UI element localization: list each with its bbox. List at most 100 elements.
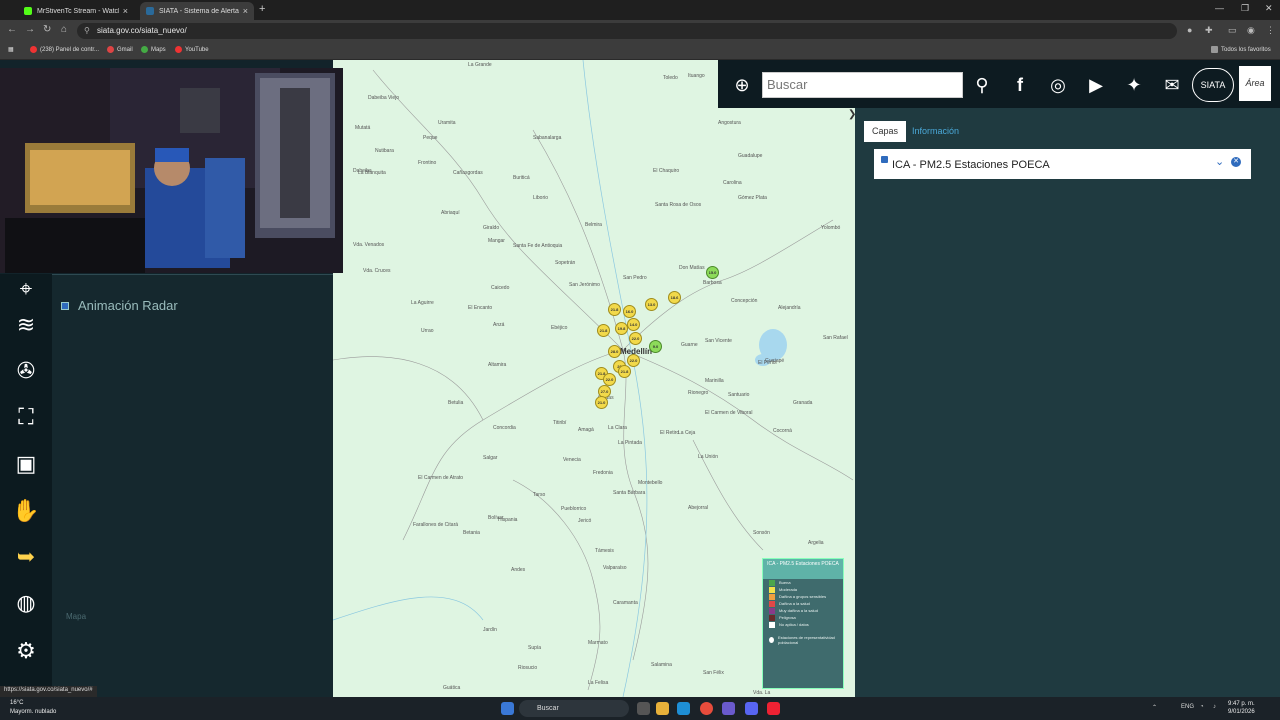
close-window-button[interactable]: ✕ xyxy=(1265,3,1273,14)
sidepanel-icon[interactable]: ▭ xyxy=(1228,25,1237,36)
station-marker[interactable]: 9.0 xyxy=(649,340,662,353)
station-marker[interactable]: 21.8 xyxy=(608,303,621,316)
url-input[interactable]: ⚲ siata.gov.co/siata_nuevo/ xyxy=(77,23,1177,39)
bookmark-panel[interactable]: (238) Panel de contr... xyxy=(30,46,99,53)
globe-icon[interactable]: ◍ xyxy=(11,588,41,618)
station-marker[interactable]: 21.8 xyxy=(618,365,631,378)
youtube-icon[interactable]: ▶ xyxy=(1084,73,1108,97)
menu-icon[interactable]: ⋮ xyxy=(1266,25,1275,36)
station-marker[interactable]: 28.0 xyxy=(608,345,621,358)
facebook-icon[interactable]: f xyxy=(1008,73,1032,97)
clock[interactable]: 9:47 p. m. 9/01/2026 xyxy=(1228,700,1255,716)
search-input[interactable]: Buscar xyxy=(762,72,963,98)
station-marker[interactable]: 15.0 xyxy=(706,266,719,279)
weather-widget[interactable]: 16°C Mayorm. nublado xyxy=(10,699,56,717)
town-label: Jardín xyxy=(483,627,497,633)
station-marker[interactable]: 22.0 xyxy=(627,354,640,367)
extensions-puzzle-icon[interactable]: ✚ xyxy=(1205,25,1213,36)
legend-label: Dañina a la salud xyxy=(779,601,810,606)
taskbar-search[interactable]: Buscar xyxy=(519,700,629,717)
layer-item[interactable]: ICA - PM2.5 Estaciones POECA ⌄ ✕ xyxy=(874,149,1251,179)
area-metropolitana-logo[interactable]: Área xyxy=(1239,66,1271,101)
search-icon[interactable]: ⚲ xyxy=(970,73,994,97)
town-label: Barbosa xyxy=(703,280,722,286)
station-marker[interactable]: 14.0 xyxy=(627,318,640,331)
app-icon[interactable] xyxy=(722,702,735,715)
town-label: Concepción xyxy=(731,298,758,304)
tab-siata[interactable]: SIATA - Sistema de Alerta Temp × xyxy=(140,2,254,20)
wifi-icon[interactable]: ◔ xyxy=(1200,704,1204,710)
town-label: Nutibara xyxy=(375,148,394,154)
home-icon[interactable]: ⌂ xyxy=(61,24,67,35)
minimize-button[interactable]: — xyxy=(1215,3,1224,13)
site-info-icon[interactable]: ⚲ xyxy=(84,23,90,39)
bookmark-maps[interactable]: Maps xyxy=(141,46,166,53)
town-label: Marinilla xyxy=(705,378,724,384)
station-marker[interactable]: 21.0 xyxy=(595,396,608,409)
town-label: Frontino xyxy=(418,160,437,166)
back-icon[interactable]: ← xyxy=(7,24,17,35)
tab-stream[interactable]: MrStivenTc Stream - Watch Liv × xyxy=(18,2,134,20)
taskview-icon[interactable] xyxy=(637,702,650,715)
town-label: Supía xyxy=(528,645,542,651)
edge-icon[interactable] xyxy=(677,702,690,715)
siata-logo[interactable]: SIATA xyxy=(1192,68,1234,102)
map-view[interactable]: La Grande Frontino Cañasgordas Buriticá Libo… xyxy=(333,60,855,697)
close-icon[interactable]: ✕ xyxy=(1231,157,1241,167)
volume-icon[interactable]: ♪ xyxy=(1213,704,1216,710)
layer-checkbox[interactable] xyxy=(881,156,888,163)
twitter-icon[interactable]: ✦ xyxy=(1122,73,1146,97)
town-label: Vda. Venados xyxy=(353,242,385,248)
app-icon[interactable] xyxy=(767,702,780,715)
locate-icon[interactable]: ⊕ xyxy=(730,73,754,97)
apps-icon[interactable]: ▦ xyxy=(8,46,14,53)
satellite-icon[interactable]: ✇ xyxy=(11,356,41,386)
url-text: siata.gov.co/siata_nuevo/ xyxy=(97,26,187,35)
chevron-down-icon[interactable]: ⌄ xyxy=(1215,155,1224,168)
legend-label: Buena xyxy=(779,580,791,585)
tab-capas[interactable]: Capas xyxy=(864,121,907,142)
map-icon[interactable]: ⛶ xyxy=(11,402,41,432)
file-explorer-icon[interactable] xyxy=(656,702,669,715)
tray-arrow-icon[interactable]: ⌃ xyxy=(1152,704,1157,711)
legend-item: Buena xyxy=(763,579,843,586)
station-marker[interactable]: 21.8 xyxy=(597,324,610,337)
station-marker[interactable]: 16.0 xyxy=(623,305,636,318)
profile-avatar[interactable]: ◉ xyxy=(1247,25,1255,36)
share-icon[interactable]: ➥ xyxy=(11,542,41,572)
bookmark-youtube[interactable]: YouTube xyxy=(175,46,209,53)
forward-icon[interactable]: → xyxy=(25,24,35,35)
extension-icon[interactable]: ● xyxy=(1187,25,1192,35)
image-icon[interactable]: ▣ xyxy=(11,449,41,479)
legend-footer-text: Estaciones de representatividad poblacio… xyxy=(777,634,835,645)
tab-informacion[interactable]: Información xyxy=(904,121,967,142)
hand-icon[interactable]: ✋ xyxy=(11,496,41,526)
station-marker[interactable]: 18.6 xyxy=(668,291,681,304)
mail-icon[interactable]: ✉ xyxy=(1160,73,1184,97)
new-tab-button[interactable]: + xyxy=(259,3,265,15)
chrome-icon[interactable] xyxy=(700,702,713,715)
close-icon[interactable]: × xyxy=(123,6,128,16)
radar-label: Animación Radar xyxy=(78,298,178,313)
bookmark-label: Maps xyxy=(151,46,166,53)
legend-title: ICA - PM2.5 Estaciones POECA xyxy=(763,559,843,579)
reload-icon[interactable]: ↻ xyxy=(43,24,51,35)
legend-items: Buena Moderada Dañina a grupos sensibles Da… xyxy=(763,579,843,628)
town-label: Peque xyxy=(423,135,438,141)
language-indicator[interactable]: ENG xyxy=(1181,704,1194,710)
station-marker[interactable]: 22.0 xyxy=(629,332,642,345)
close-icon[interactable]: × xyxy=(243,6,248,16)
all-bookmarks[interactable]: Todos los favoritos xyxy=(1211,46,1271,53)
discord-icon[interactable] xyxy=(745,702,758,715)
town-label: Abejorral xyxy=(688,505,709,511)
instagram-icon[interactable]: ◎ xyxy=(1046,73,1070,97)
legend-swatch xyxy=(769,586,775,593)
radar-checkbox[interactable] xyxy=(61,302,69,310)
start-icon[interactable] xyxy=(501,702,514,715)
layers-icon[interactable]: ≋ xyxy=(11,310,41,340)
maximize-button[interactable]: ❐ xyxy=(1241,3,1249,14)
settings-icon[interactable]: ⚙ xyxy=(11,636,41,666)
station-marker[interactable]: 13.0 xyxy=(645,298,658,311)
bookmark-gmail[interactable]: Gmail xyxy=(107,46,133,53)
radar-icon[interactable]: ⌖ xyxy=(11,274,41,304)
